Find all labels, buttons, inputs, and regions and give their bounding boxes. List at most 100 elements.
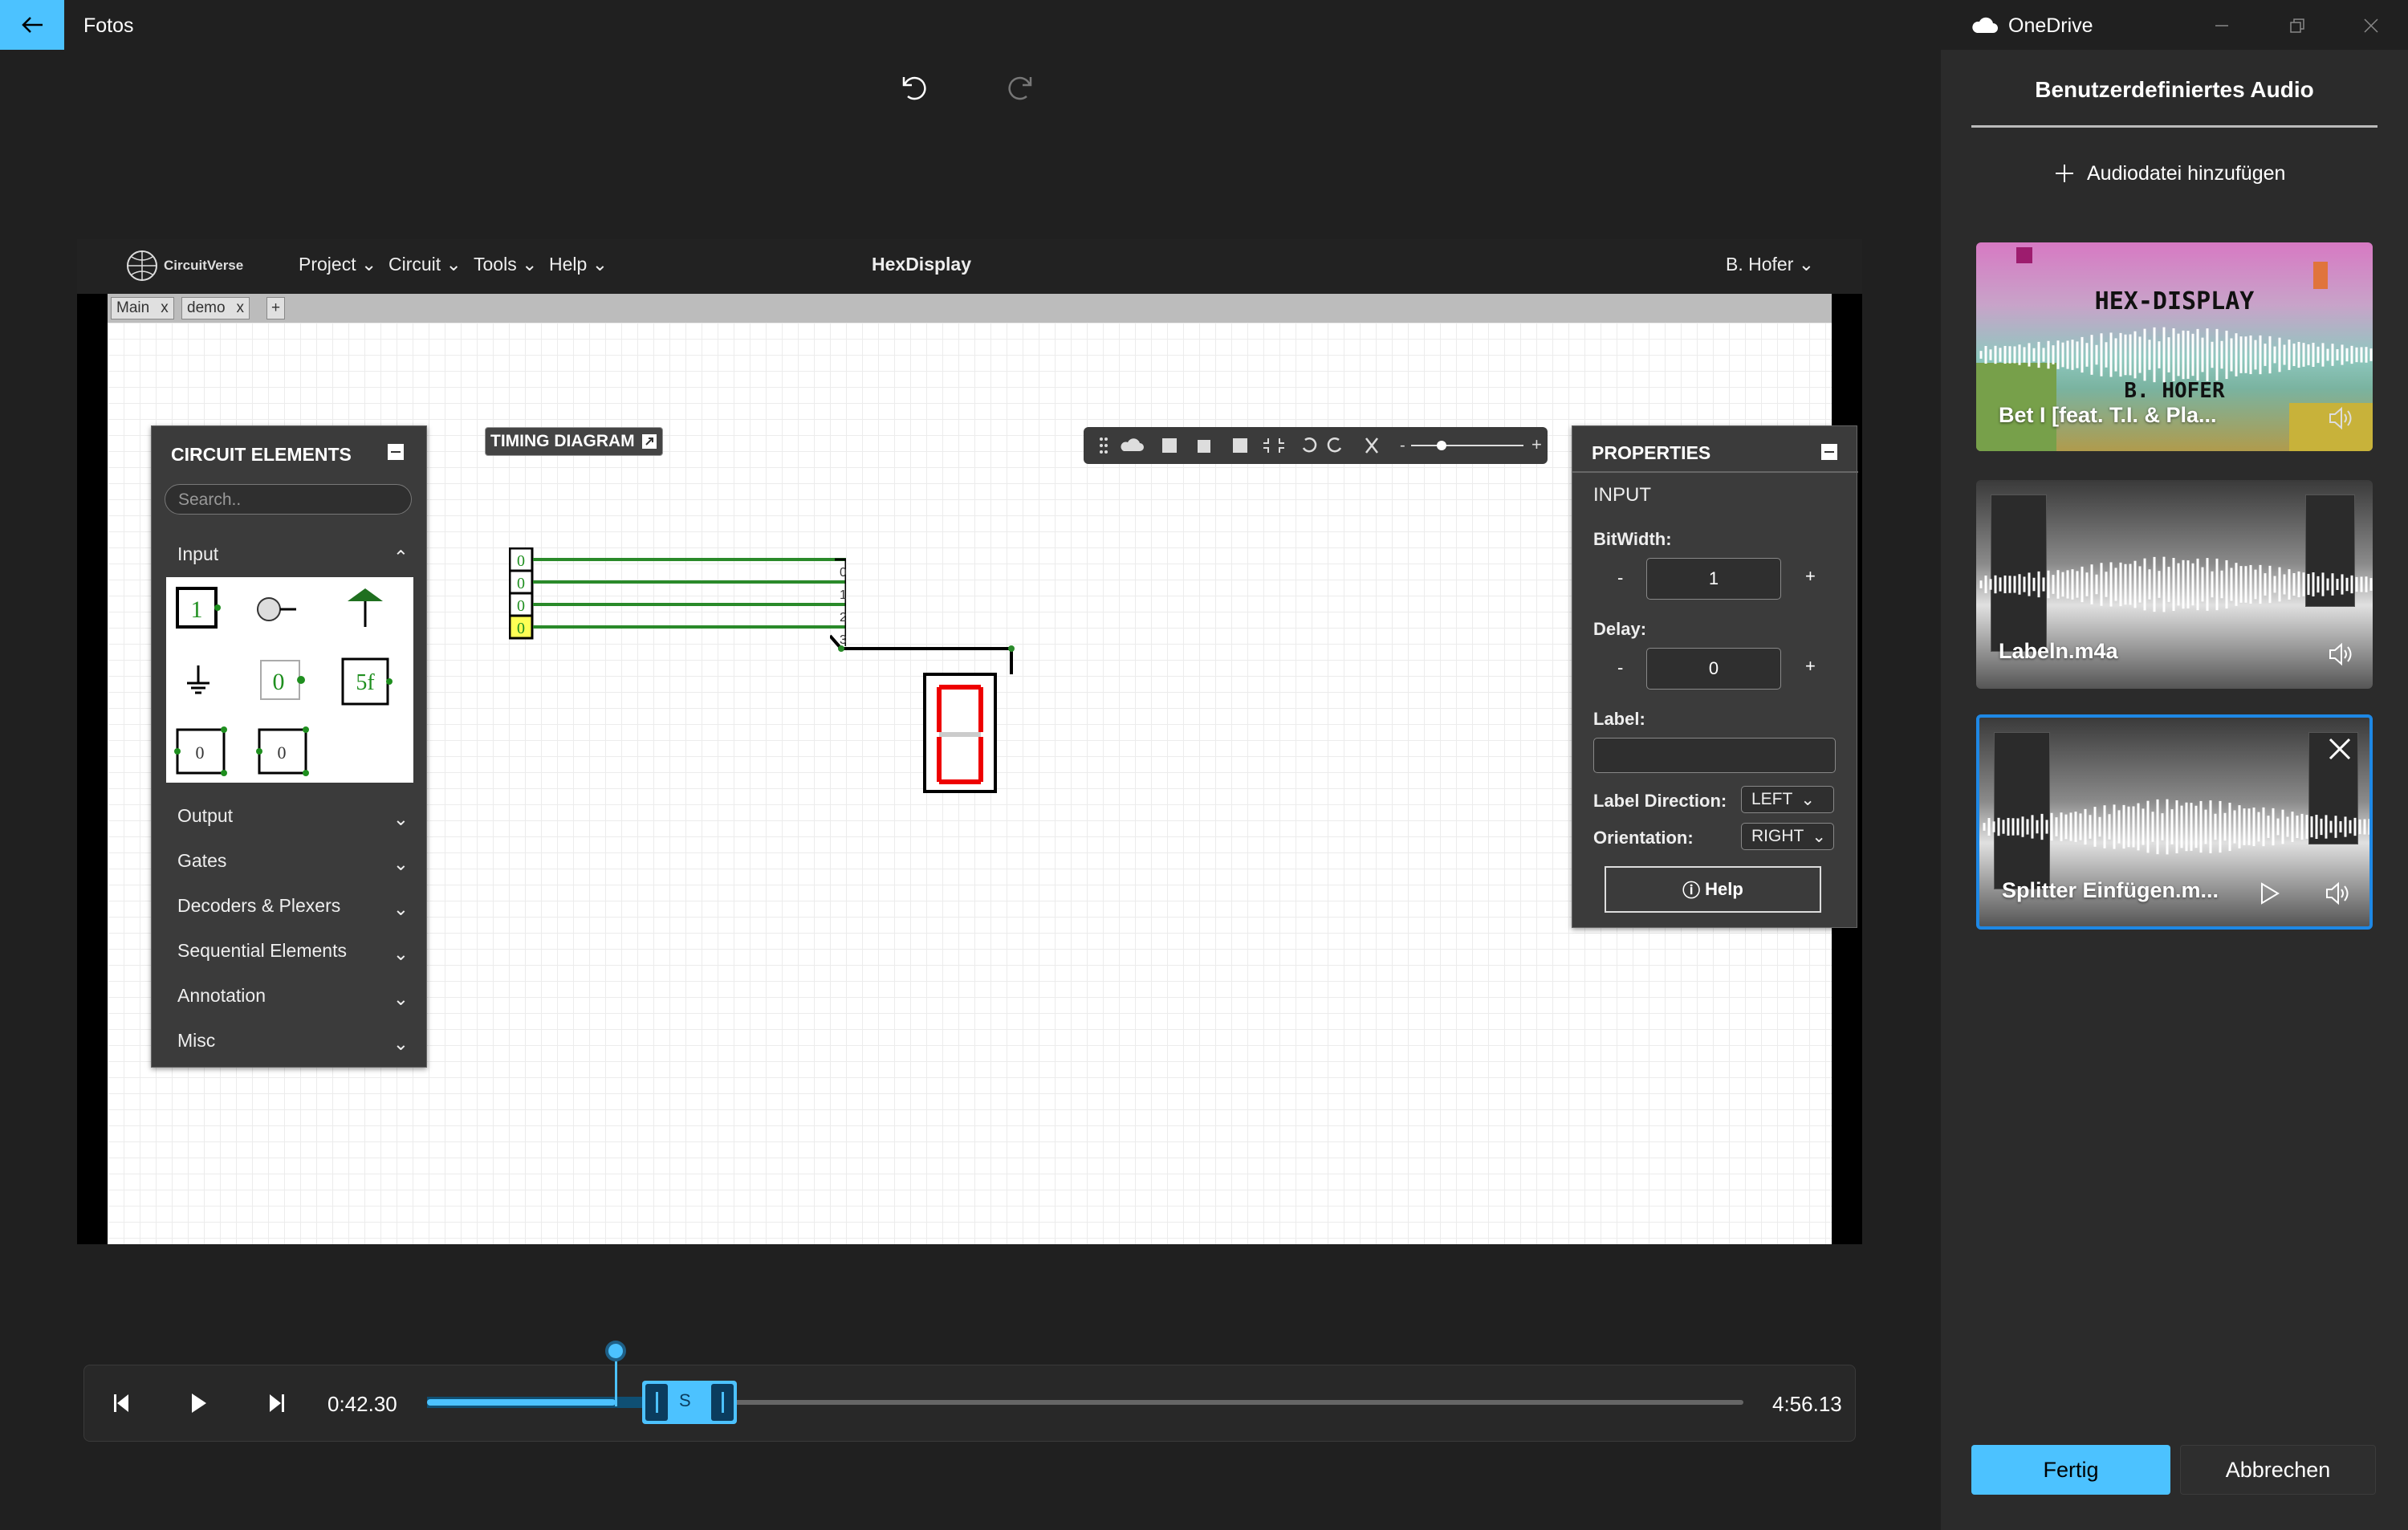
audio-card-3-selected[interactable]: Splitter Einfügen.m... xyxy=(1976,714,2373,930)
orientation-label: Orientation: xyxy=(1593,828,1694,848)
trim-end-handle[interactable] xyxy=(711,1384,734,1421)
add-audio-button[interactable]: Audiodatei hinzufügen xyxy=(2055,157,2285,189)
menu-tools[interactable]: Tools ⌄ xyxy=(474,254,537,275)
audio-card-label: Splitter Einfügen.m... xyxy=(2002,878,2219,902)
volume-icon[interactable] xyxy=(2328,642,2355,666)
help-button[interactable]: ⓘ Help xyxy=(1605,866,1821,913)
input-element-hex[interactable]: 5f xyxy=(341,657,393,706)
input-element-ground[interactable] xyxy=(187,665,209,694)
bitwidth-label: BitWidth: xyxy=(1593,529,1672,549)
delay-decrement[interactable]: - xyxy=(1617,657,1623,678)
circuitverse-logo: CircuitVerse xyxy=(125,249,243,283)
expand-icon xyxy=(641,434,657,449)
input-element-power[interactable] xyxy=(348,588,383,627)
waveform-icon xyxy=(1979,327,2373,383)
orientation-select[interactable]: RIGHT ⌄ xyxy=(1741,823,1834,850)
input-element-one[interactable]: 1 xyxy=(176,587,221,629)
tab-demo[interactable]: demo x xyxy=(181,297,250,319)
panel-divider xyxy=(1971,125,2377,128)
svg-text:0: 0 xyxy=(517,552,525,570)
category-input[interactable]: Input ⌃ xyxy=(152,531,428,576)
restore-button[interactable] xyxy=(2281,11,2313,40)
back-button[interactable] xyxy=(0,0,64,50)
fit-icon xyxy=(1263,438,1284,453)
input-3: 0 xyxy=(509,614,534,640)
app-title: Fotos xyxy=(83,14,134,37)
video-preview[interactable]: CircuitVerse Project ⌄ Circuit ⌄ Tools ⌄… xyxy=(77,239,1862,1244)
input-element-clock-b[interactable]: 0 xyxy=(256,726,309,776)
waveform-icon xyxy=(1983,799,2369,855)
svg-text:5f: 5f xyxy=(356,670,375,695)
circuit-drawing[interactable]: 0 0 0 0 0 1 2 3 xyxy=(509,547,846,820)
delay-input[interactable]: 0 xyxy=(1646,648,1781,690)
svg-text:1: 1 xyxy=(191,596,203,623)
tab-main[interactable]: Main x xyxy=(111,297,174,319)
close-icon xyxy=(2364,18,2378,33)
chevron-up-icon: ⌃ xyxy=(393,547,409,568)
svg-text:0: 0 xyxy=(517,620,525,637)
trim-start-handle[interactable] xyxy=(645,1384,668,1421)
menu-help[interactable]: Help ⌄ xyxy=(549,254,608,275)
undo-button[interactable] xyxy=(896,71,929,108)
minimize-properties-icon[interactable] xyxy=(1821,444,1837,460)
redo-small-icon xyxy=(1327,437,1342,453)
volume-icon[interactable] xyxy=(2325,881,2352,905)
cancel-button[interactable]: Abbrechen xyxy=(2180,1445,2376,1495)
input-0: 0 xyxy=(509,547,534,572)
minimize-button[interactable] xyxy=(2206,11,2238,40)
bitwidth-input[interactable]: 1 xyxy=(1646,558,1781,600)
project-title: HexDisplay xyxy=(872,254,972,275)
remove-audio-icon[interactable] xyxy=(2328,737,2352,761)
step-forward-button[interactable] xyxy=(258,1387,294,1419)
playhead-line xyxy=(614,1358,617,1406)
done-button[interactable]: Fertig xyxy=(1971,1445,2170,1495)
bitwidth-increment[interactable]: + xyxy=(1805,566,1816,587)
category-gates[interactable]: Gates ⌄ xyxy=(152,837,428,882)
input-element-button[interactable] xyxy=(257,597,296,621)
circuit-canvas[interactable]: CIRCUIT ELEMENTS Search.. Input ⌃ 1 0 5f … xyxy=(108,323,1858,1244)
timeline-progress xyxy=(427,1399,616,1406)
input-2: 0 xyxy=(509,592,534,617)
svg-text:0: 0 xyxy=(517,597,525,615)
category-misc[interactable]: Misc ⌄ xyxy=(152,1017,428,1062)
label-label: Label: xyxy=(1593,709,1645,729)
svg-text:-: - xyxy=(1400,437,1405,454)
label-input[interactable] xyxy=(1593,738,1836,773)
input-element-clock-a[interactable]: 0 xyxy=(174,726,227,776)
undo-small-icon xyxy=(1302,437,1317,453)
audio-card-2[interactable]: Labeln.m4a xyxy=(1976,480,2373,689)
undo-icon xyxy=(902,76,926,100)
close-window-button[interactable] xyxy=(2355,11,2387,40)
menu-project[interactable]: Project ⌄ xyxy=(299,254,376,275)
label-direction-label: Label Direction: xyxy=(1593,791,1727,811)
category-output[interactable]: Output ⌄ xyxy=(152,792,428,837)
user-menu[interactable]: B. Hofer ⌄ xyxy=(1726,254,1814,275)
search-input[interactable]: Search.. xyxy=(165,484,412,515)
category-sequential[interactable]: Sequential Elements ⌄ xyxy=(152,927,428,972)
trim-selection[interactable]: S xyxy=(642,1381,737,1424)
play-preview-icon[interactable] xyxy=(2259,881,2281,905)
category-annotation[interactable]: Annotation ⌄ xyxy=(152,972,428,1017)
menu-circuit[interactable]: Circuit ⌄ xyxy=(388,254,462,275)
play-button[interactable] xyxy=(181,1387,217,1419)
svg-text:1: 1 xyxy=(840,588,846,602)
playhead-handle[interactable] xyxy=(604,1341,626,1361)
category-decoders[interactable]: Decoders & Plexers ⌄ xyxy=(152,882,428,927)
label-direction-select[interactable]: LEFT ⌄ xyxy=(1741,786,1834,813)
circuit-elements-title: CIRCUIT ELEMENTS xyxy=(171,444,352,465)
svg-text:0: 0 xyxy=(273,669,285,695)
redo-button[interactable] xyxy=(1005,71,1039,108)
hex-display[interactable] xyxy=(830,620,1023,796)
audio-card-1[interactable]: HEX-DISPLAY B. HOFER Bet I [feat. T.I. &… xyxy=(1976,242,2373,451)
minimize-panel-icon[interactable] xyxy=(388,444,404,460)
input-elements-grid: 1 0 5f 0 0 xyxy=(166,577,413,783)
add-tab-button[interactable]: + xyxy=(266,297,286,319)
cloud-upload-icon xyxy=(1121,438,1144,451)
bitwidth-decrement[interactable]: - xyxy=(1617,568,1623,588)
volume-icon[interactable] xyxy=(2328,406,2355,430)
globe-icon xyxy=(127,250,157,281)
delay-increment[interactable]: + xyxy=(1805,656,1816,677)
input-element-constant[interactable]: 0 xyxy=(260,660,305,700)
timing-diagram-button[interactable]: TIMING DIAGRAM xyxy=(485,427,663,456)
step-back-button[interactable] xyxy=(104,1387,140,1419)
